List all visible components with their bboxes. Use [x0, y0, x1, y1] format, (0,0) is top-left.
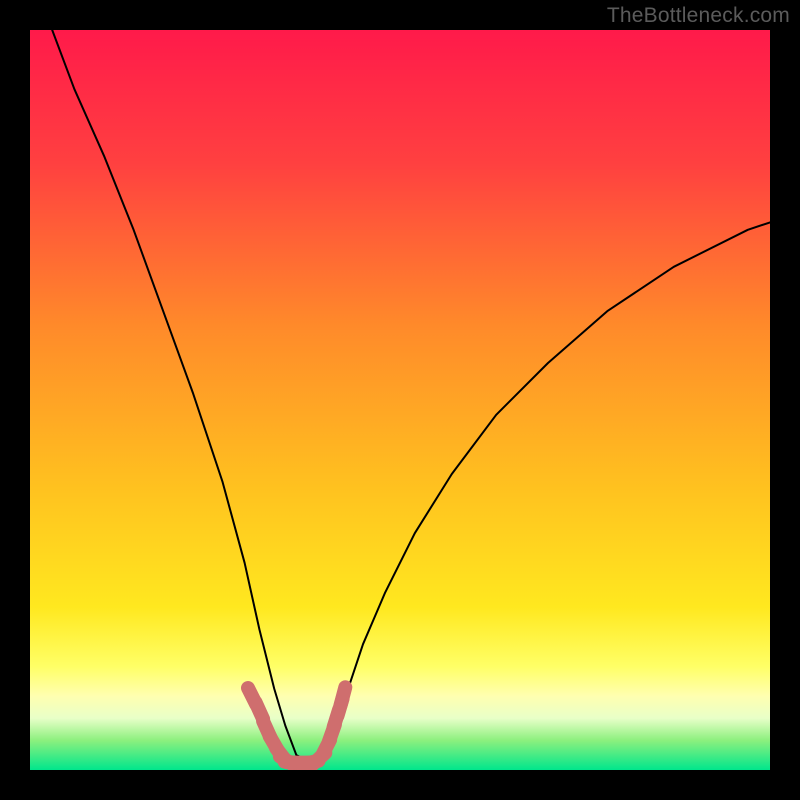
bottleneck-chart — [30, 30, 770, 770]
gradient-background — [30, 30, 770, 770]
watermark-label: TheBottleneck.com — [607, 4, 790, 28]
chart-container: TheBottleneck.com — [0, 0, 800, 800]
plot-area — [30, 30, 770, 770]
curve-marker — [341, 687, 346, 704]
